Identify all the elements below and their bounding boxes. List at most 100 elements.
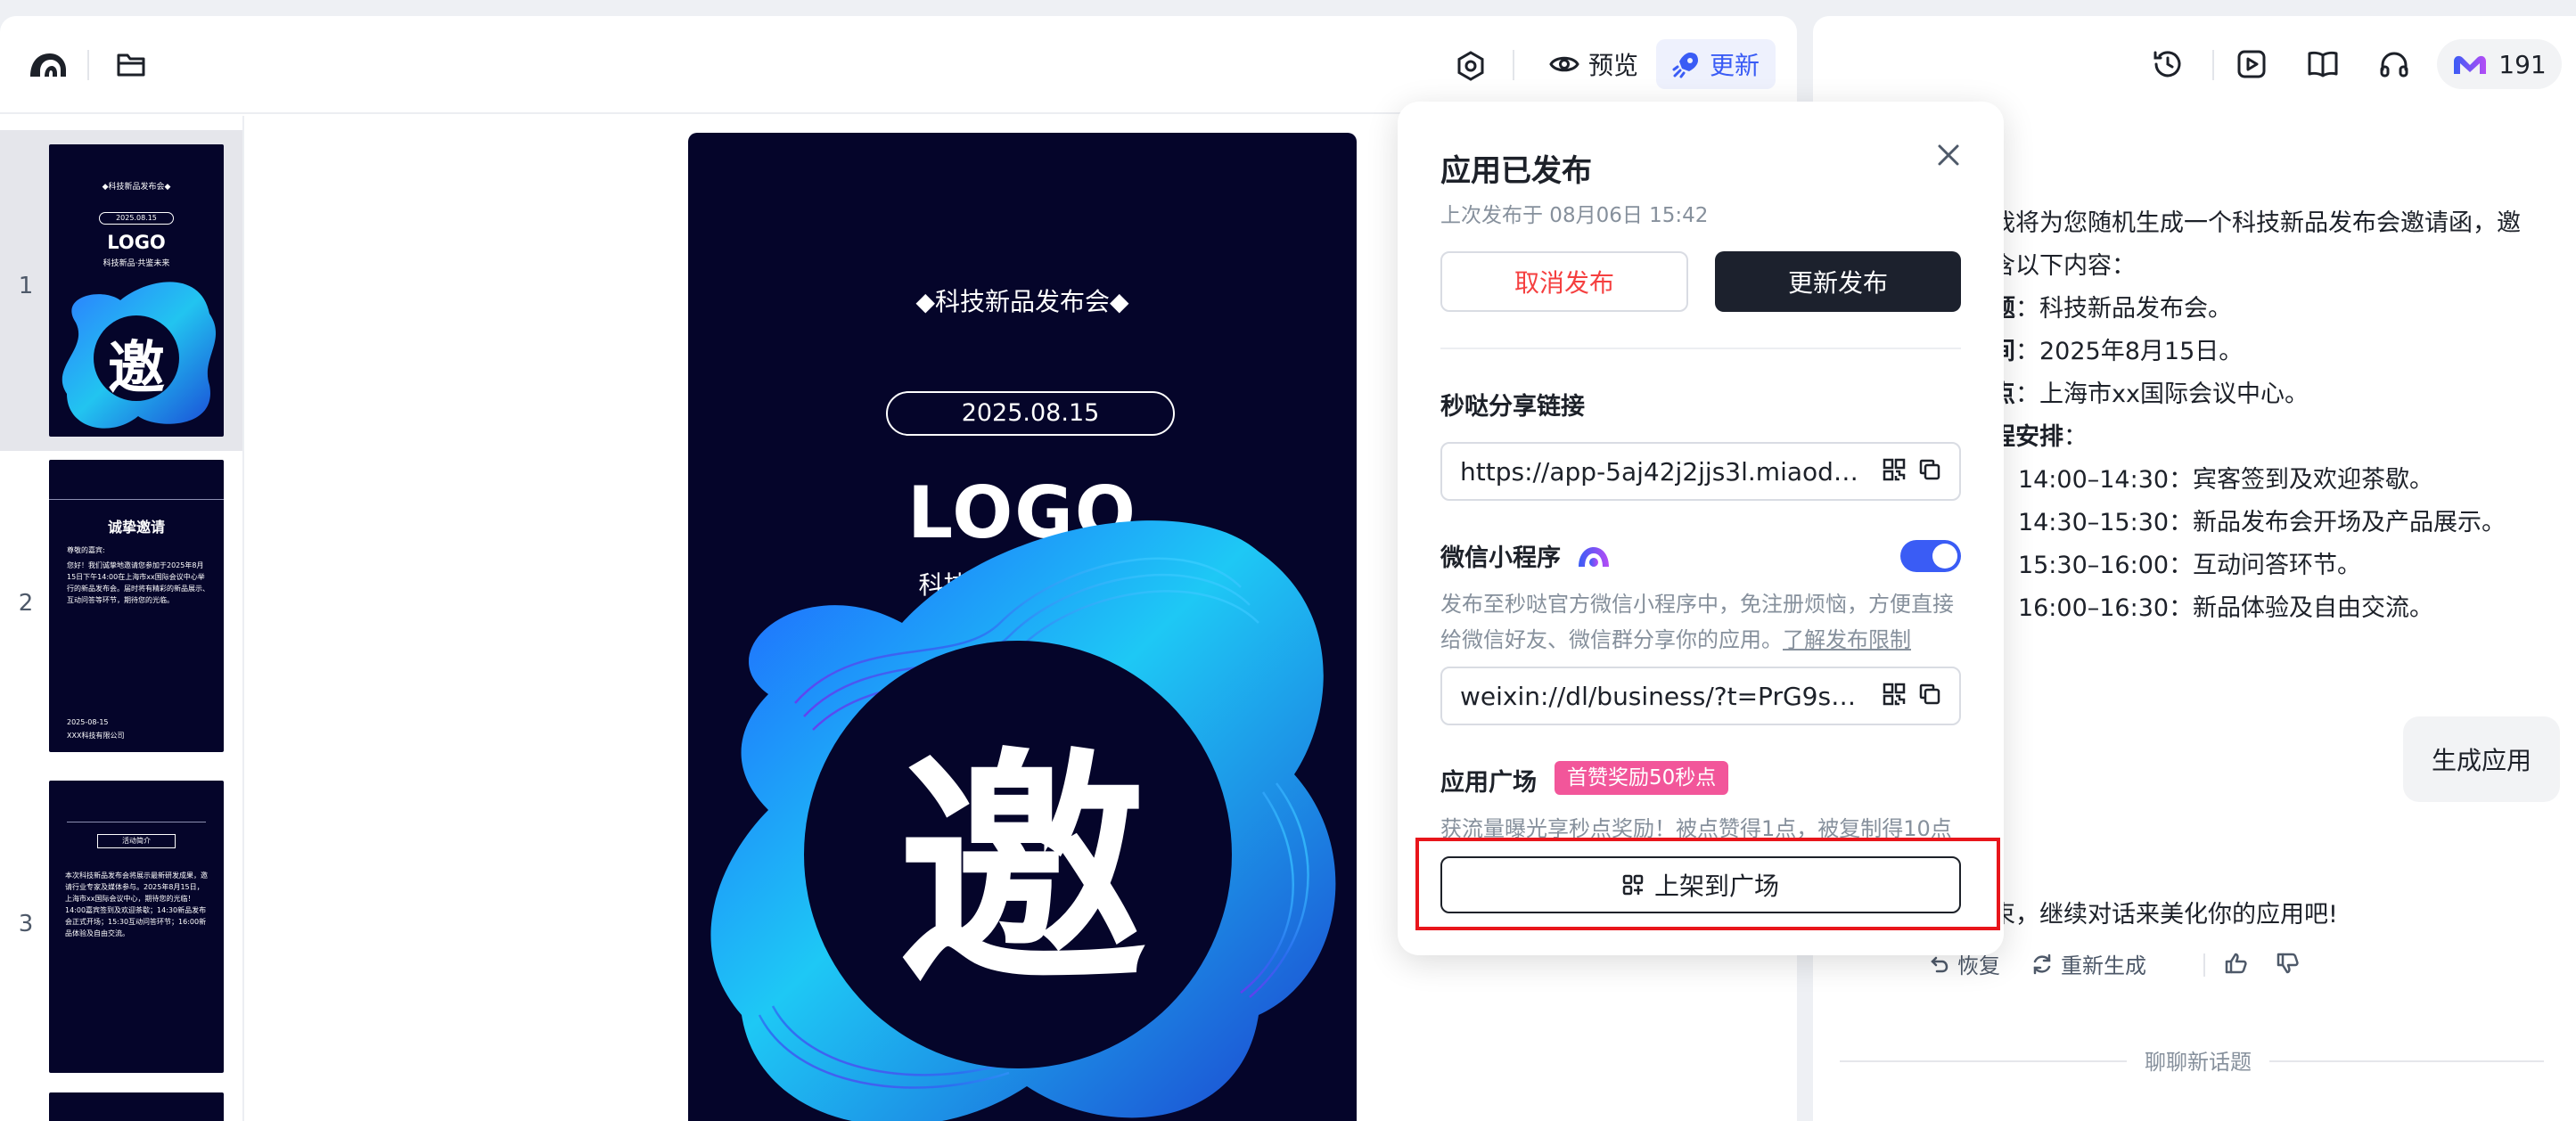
- toolbar-divider: [87, 50, 89, 80]
- preview-label: 预览: [1588, 51, 1639, 80]
- publish-limits-link[interactable]: 了解发布限制: [1783, 627, 1911, 652]
- popup-title: 应用已发布: [1440, 153, 1592, 189]
- target-settings-icon[interactable]: [1451, 46, 1490, 86]
- thumb-body: 您好！我们诚挚地邀请您参加于2025年8月15日下午14:00在上海市xx国际会…: [67, 561, 209, 604]
- folder-icon[interactable]: [112, 46, 150, 82]
- thumbs-up-icon[interactable]: [2223, 950, 2250, 977]
- thumb-company: XXX科技有限公司: [67, 732, 125, 740]
- wechat-link-field[interactable]: weixin://dl/business/?t=PrG9sCsXXXX: [1440, 667, 1961, 725]
- action-divider: [2203, 953, 2205, 977]
- thumb-date: 2025-08-15: [67, 718, 109, 726]
- points-badge[interactable]: 191: [2437, 39, 2562, 89]
- thumb-logo: LOGO: [107, 232, 166, 253]
- qrcode-icon[interactable]: [1883, 458, 1906, 485]
- highlight-frame: [1415, 838, 2000, 930]
- plaza-reward-badge: 首赞奖励50秒点: [1555, 761, 1729, 795]
- item-value: ：科技新品发布会。: [2015, 295, 2232, 323]
- close-icon[interactable]: [1929, 135, 1968, 175]
- book-icon[interactable]: [2303, 45, 2342, 84]
- update-button[interactable]: 更新: [1656, 39, 1776, 89]
- page-thumbnail-item[interactable]: 3 活动简介 本次科技新品发布会将展示最新研发成果，邀请行业专家及媒体参与。20…: [0, 772, 242, 1092]
- eye-icon: [1549, 56, 1579, 72]
- wechat-description: 发布至秒哒官方微信小程序中，免注册烦恼，方便直接 给微信好友、微信群分享你的应用…: [1440, 586, 1975, 658]
- thumb-invite-char: 邀: [108, 335, 165, 402]
- page-number: 1: [18, 273, 34, 299]
- user-message-text: 生成应用: [2431, 746, 2531, 775]
- history-icon[interactable]: [2148, 45, 2187, 84]
- share-link-value: https://app-5aj42j2jjs3l.miaoda.cn: [1460, 456, 1870, 487]
- item-value: ：: [2063, 423, 2088, 451]
- ai-message-item: 题：科技新品发布会。: [1991, 289, 2232, 323]
- user-message-bubble: 生成应用: [2403, 716, 2560, 802]
- preview-button[interactable]: 预览: [1533, 39, 1654, 89]
- thumb-title: 诚挚邀请: [107, 519, 165, 536]
- share-link-field[interactable]: https://app-5aj42j2jjs3l.miaoda.cn: [1440, 442, 1961, 501]
- wechat-desc-line: 发布至秒哒官方微信小程序中，免注册烦恼，方便直接: [1440, 592, 1954, 617]
- ai-message-line: 我将为您随机生成一个科技新品发布会邀请函，邀: [1991, 209, 2521, 237]
- page-thumbnail: ◆科技新品发布会◆ 2025.08.15 LOGO 科技新品·共鉴未来 邀: [49, 144, 224, 437]
- schedule-desc: ：新品体验及自由交流。: [2169, 594, 2434, 622]
- copy-icon[interactable]: [1918, 458, 1941, 485]
- schedule-item: •15:30–16:00：互动问答环节。: [1988, 545, 2361, 580]
- copy-icon[interactable]: [1918, 683, 1941, 709]
- invitation-poster[interactable]: ◆科技新品发布会◆ 2025.08.15 LOGO 科技新品·共鉴未来: [688, 133, 1357, 1121]
- schedule-desc: ：新品发布会开场及产品展示。: [2169, 509, 2506, 536]
- schedule-item: •14:00–14:30：宾客签到及欢迎茶歇。: [1988, 460, 2433, 495]
- page-number: 2: [18, 590, 34, 617]
- update-label: 更新: [1710, 51, 1760, 80]
- wechat-label: 微信小程序: [1440, 544, 1561, 572]
- ai-message-item: 间：2025年8月15日。: [1991, 331, 2243, 366]
- headphones-icon[interactable]: [2375, 45, 2414, 84]
- last-published-time: 上次发布于 08月06日 15:42: [1440, 204, 1709, 227]
- thumb-title: 活动简介: [97, 834, 176, 848]
- thumb-date: 2025.08.15: [99, 212, 174, 225]
- plaza-label: 应用广场: [1440, 769, 1537, 797]
- wechat-desc-text: 给微信好友、微信群分享你的应用。: [1440, 627, 1783, 652]
- publish-popup: 应用已发布 上次发布于 08月06日 15:42 取消发布 更新发布 秒哒分享链…: [1398, 102, 2004, 955]
- poster-invite-char: 邀: [898, 725, 1147, 1019]
- ai-message-item: 程安排：: [1991, 417, 2088, 452]
- editor-toolbar: 预览 更新: [0, 16, 1797, 114]
- wechat-desc-line: 给微信好友、微信群分享你的应用。了解发布限制: [1440, 622, 1975, 658]
- ai-closing-message: 束，继续对话来美化你的应用吧!: [1991, 901, 2338, 929]
- item-value: ：上海市xx国际会议中心。: [2015, 380, 2309, 408]
- share-link-label: 秒哒分享链接: [1440, 393, 1585, 421]
- unpublish-button[interactable]: 取消发布: [1440, 251, 1688, 312]
- page-thumbnail: 活动简介 本次科技新品发布会将展示最新研发成果，邀请行业专家及媒体参与。2025…: [49, 781, 224, 1073]
- toggle-knob: [1932, 544, 1957, 569]
- schedule-time: 14:30–15:30: [2017, 509, 2170, 536]
- page-thumbnail: 诚挚邀请 尊敬的嘉宾: 您好！我们诚挚地邀请您参加于2025年8月15日下午14…: [49, 460, 224, 752]
- page-thumbnail-item[interactable]: 2 诚挚邀请 尊敬的嘉宾: 您好！我们诚挚地邀请您参加于2025年8月15日下午…: [0, 451, 242, 772]
- miaoda-brand-icon: [2454, 55, 2487, 74]
- schedule-desc: ：互动问答环节。: [2169, 552, 2362, 579]
- play-icon[interactable]: [2232, 45, 2271, 84]
- page-number: 3: [18, 911, 34, 937]
- page-thumbnail-item[interactable]: 1 ◆科技新品发布会◆ 2025.08.15 LOGO 科技新品·共鉴未来 邀: [0, 130, 242, 451]
- republish-button[interactable]: 更新发布: [1715, 251, 1961, 312]
- schedule-item: •16:00–16:30：新品体验及自由交流。: [1988, 588, 2433, 623]
- schedule-time: 15:30–16:00: [2017, 552, 2170, 579]
- points-count: 191: [2498, 49, 2547, 79]
- new-topic-button[interactable]: 聊聊新话题: [2127, 1044, 2269, 1076]
- header-divider: [2212, 50, 2214, 80]
- ai-message-line: 含以下内容：: [1991, 252, 2136, 280]
- ai-message-item: 点：上海市xx国际会议中心。: [1991, 374, 2309, 409]
- wechat-toggle[interactable]: [1900, 540, 1961, 572]
- thumb-body: 本次科技新品发布会将展示最新研发成果，邀请行业专家及媒体参与。2025年8月15…: [65, 871, 208, 937]
- item-value: ：2025年8月15日。: [2015, 338, 2244, 365]
- toolbar-divider: [1513, 50, 1514, 80]
- regenerate-label: 重新生成: [2061, 953, 2146, 978]
- qrcode-icon[interactable]: [1883, 683, 1906, 709]
- page-thumbnail[interactable]: [49, 1092, 224, 1121]
- app-logo-icon[interactable]: [25, 46, 71, 82]
- wechat-link-value: weixin://dl/business/?t=PrG9sCsXXXX: [1460, 681, 1870, 711]
- poster-date: 2025.08.15: [886, 391, 1175, 436]
- wechat-mini-program-icon: [1579, 547, 1609, 567]
- rocket-icon: [1672, 53, 1698, 78]
- thumb-event-title: ◆科技新品发布会◆: [102, 183, 171, 192]
- schedule-item: •14:30–15:30：新品发布会开场及产品展示。: [1988, 503, 2506, 537]
- regenerate-button[interactable]: 重新生成: [2030, 948, 2146, 979]
- plaza-description: 获流量曝光享秒点奖励！被点赞得1点，被复制得10点: [1440, 816, 1952, 841]
- thumbs-down-icon[interactable]: [2275, 950, 2301, 977]
- thumb-salutation: 尊敬的嘉宾:: [67, 546, 105, 554]
